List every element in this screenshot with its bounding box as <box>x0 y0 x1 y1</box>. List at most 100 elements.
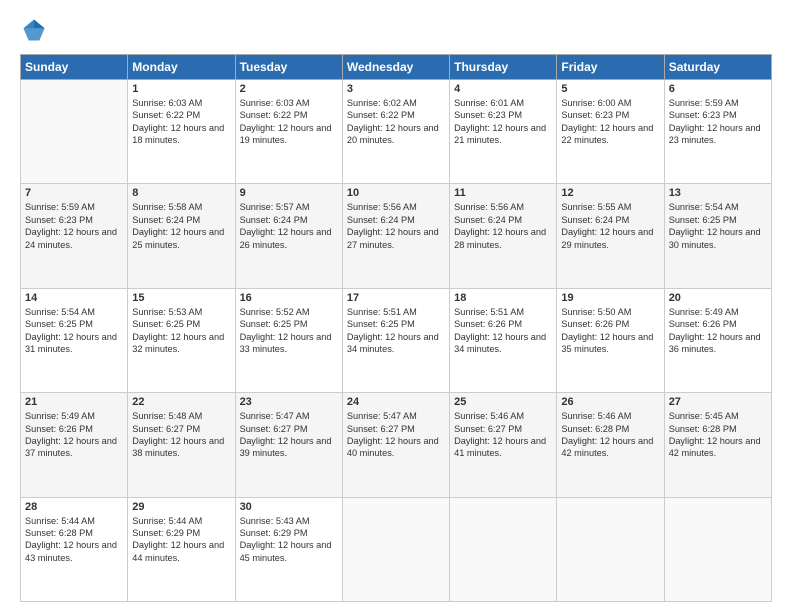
day-number: 18 <box>454 292 552 304</box>
calendar-cell: 20Sunrise: 5:49 AMSunset: 6:26 PMDayligh… <box>664 288 771 392</box>
day-info: Sunrise: 5:46 AMSunset: 6:27 PMDaylight:… <box>454 410 552 460</box>
weekday-header-monday: Monday <box>128 55 235 80</box>
day-number: 17 <box>347 292 445 304</box>
calendar-cell <box>21 80 128 184</box>
calendar-week-1: 1 Sunrise: 6:03 AMSunset: 6:22 PMDaylight… <box>21 80 772 184</box>
day-number: 9 <box>240 187 338 199</box>
day-number: 25 <box>454 396 552 408</box>
day-info: Sunrise: 5:56 AMSunset: 6:24 PMDaylight:… <box>454 201 552 251</box>
calendar-cell: 9 Sunrise: 5:57 AMSunset: 6:24 PMDaylight… <box>235 184 342 288</box>
weekday-header-saturday: Saturday <box>664 55 771 80</box>
day-number: 3 <box>347 83 445 95</box>
day-info: Sunrise: 5:56 AMSunset: 6:24 PMDaylight:… <box>347 201 445 251</box>
calendar-cell: 21 Sunrise: 5:49 AMSunset: 6:26 PMDayligh… <box>21 393 128 497</box>
day-info: Sunrise: 5:58 AMSunset: 6:24 PMDaylight:… <box>132 201 230 251</box>
day-info: Sunrise: 5:57 AMSunset: 6:24 PMDaylight:… <box>240 201 338 251</box>
calendar-cell: 28Sunrise: 5:44 AMSunset: 6:28 PMDayligh… <box>21 497 128 601</box>
header <box>20 16 772 44</box>
calendar-cell: 8 Sunrise: 5:58 AMSunset: 6:24 PMDaylight… <box>128 184 235 288</box>
calendar-cell: 19 Sunrise: 5:50 AMSunset: 6:26 PMDayligh… <box>557 288 664 392</box>
day-info: Sunrise: 6:01 AMSunset: 6:23 PMDaylight:… <box>454 97 552 147</box>
calendar-cell: 7 Sunrise: 5:59 AMSunset: 6:23 PMDaylight… <box>21 184 128 288</box>
calendar-week-3: 14 Sunrise: 5:54 AMSunset: 6:25 PMDayligh… <box>21 288 772 392</box>
day-info: Sunrise: 5:54 AMSunset: 6:25 PMDaylight:… <box>25 306 123 356</box>
calendar-cell: 27 Sunrise: 5:45 AMSunset: 6:28 PMDayligh… <box>664 393 771 497</box>
day-info: Sunrise: 5:47 AMSunset: 6:27 PMDaylight:… <box>240 410 338 460</box>
day-number: 11 <box>454 187 552 199</box>
calendar-cell: 17 Sunrise: 5:51 AMSunset: 6:25 PMDayligh… <box>342 288 449 392</box>
day-info: Sunrise: 5:54 AMSunset: 6:25 PMDaylight:… <box>669 201 767 251</box>
calendar-cell: 6Sunrise: 5:59 AMSunset: 6:23 PMDaylight… <box>664 80 771 184</box>
day-info: Sunrise: 6:02 AMSunset: 6:22 PMDaylight:… <box>347 97 445 147</box>
calendar-cell: 24Sunrise: 5:47 AMSunset: 6:27 PMDayligh… <box>342 393 449 497</box>
calendar-week-4: 21 Sunrise: 5:49 AMSunset: 6:26 PMDayligh… <box>21 393 772 497</box>
weekday-header-wednesday: Wednesday <box>342 55 449 80</box>
day-number: 10 <box>347 187 445 199</box>
calendar-header-row: SundayMondayTuesdayWednesdayThursdayFrid… <box>21 55 772 80</box>
calendar-cell <box>342 497 449 601</box>
calendar-cell: 5 Sunrise: 6:00 AMSunset: 6:23 PMDaylight… <box>557 80 664 184</box>
day-info: Sunrise: 5:43 AMSunset: 6:29 PMDaylight:… <box>240 515 338 565</box>
day-number: 14 <box>25 292 123 304</box>
calendar-cell: 18 Sunrise: 5:51 AMSunset: 6:26 PMDayligh… <box>450 288 557 392</box>
day-info: Sunrise: 5:59 AMSunset: 6:23 PMDaylight:… <box>25 201 123 251</box>
calendar-cell: 11 Sunrise: 5:56 AMSunset: 6:24 PMDayligh… <box>450 184 557 288</box>
day-info: Sunrise: 5:59 AMSunset: 6:23 PMDaylight:… <box>669 97 767 147</box>
day-info: Sunrise: 5:55 AMSunset: 6:24 PMDaylight:… <box>561 201 659 251</box>
calendar-cell: 13 Sunrise: 5:54 AMSunset: 6:25 PMDayligh… <box>664 184 771 288</box>
weekday-header-friday: Friday <box>557 55 664 80</box>
day-number: 24 <box>347 396 445 408</box>
day-number: 22 <box>132 396 230 408</box>
page: SundayMondayTuesdayWednesdayThursdayFrid… <box>0 0 792 612</box>
day-number: 12 <box>561 187 659 199</box>
day-info: Sunrise: 5:49 AMSunset: 6:26 PMDaylight:… <box>669 306 767 356</box>
weekday-header-thursday: Thursday <box>450 55 557 80</box>
day-number: 13 <box>669 187 767 199</box>
calendar-cell: 25 Sunrise: 5:46 AMSunset: 6:27 PMDayligh… <box>450 393 557 497</box>
day-number: 1 <box>132 83 230 95</box>
calendar-week-5: 28Sunrise: 5:44 AMSunset: 6:28 PMDayligh… <box>21 497 772 601</box>
day-info: Sunrise: 5:51 AMSunset: 6:25 PMDaylight:… <box>347 306 445 356</box>
calendar-cell: 12 Sunrise: 5:55 AMSunset: 6:24 PMDayligh… <box>557 184 664 288</box>
calendar-cell: 22 Sunrise: 5:48 AMSunset: 6:27 PMDayligh… <box>128 393 235 497</box>
calendar-cell <box>557 497 664 601</box>
day-info: Sunrise: 6:00 AMSunset: 6:23 PMDaylight:… <box>561 97 659 147</box>
day-info: Sunrise: 5:46 AMSunset: 6:28 PMDaylight:… <box>561 410 659 460</box>
day-number: 28 <box>25 501 123 513</box>
calendar-cell: 1 Sunrise: 6:03 AMSunset: 6:22 PMDaylight… <box>128 80 235 184</box>
calendar-cell: 15Sunrise: 5:53 AMSunset: 6:25 PMDayligh… <box>128 288 235 392</box>
day-number: 27 <box>669 396 767 408</box>
calendar-cell: 26 Sunrise: 5:46 AMSunset: 6:28 PMDayligh… <box>557 393 664 497</box>
calendar-cell: 4 Sunrise: 6:01 AMSunset: 6:23 PMDaylight… <box>450 80 557 184</box>
weekday-header-tuesday: Tuesday <box>235 55 342 80</box>
weekday-header-sunday: Sunday <box>21 55 128 80</box>
day-number: 26 <box>561 396 659 408</box>
day-number: 8 <box>132 187 230 199</box>
day-info: Sunrise: 5:50 AMSunset: 6:26 PMDaylight:… <box>561 306 659 356</box>
day-number: 5 <box>561 83 659 95</box>
day-number: 21 <box>25 396 123 408</box>
calendar-cell: 10 Sunrise: 5:56 AMSunset: 6:24 PMDayligh… <box>342 184 449 288</box>
day-number: 15 <box>132 292 230 304</box>
day-info: Sunrise: 5:44 AMSunset: 6:29 PMDaylight:… <box>132 515 230 565</box>
calendar-cell: 30 Sunrise: 5:43 AMSunset: 6:29 PMDayligh… <box>235 497 342 601</box>
day-number: 29 <box>132 501 230 513</box>
day-info: Sunrise: 6:03 AMSunset: 6:22 PMDaylight:… <box>132 97 230 147</box>
calendar-table: SundayMondayTuesdayWednesdayThursdayFrid… <box>20 54 772 602</box>
calendar-cell: 16 Sunrise: 5:52 AMSunset: 6:25 PMDayligh… <box>235 288 342 392</box>
logo-icon <box>20 16 48 44</box>
day-info: Sunrise: 5:48 AMSunset: 6:27 PMDaylight:… <box>132 410 230 460</box>
day-info: Sunrise: 5:45 AMSunset: 6:28 PMDaylight:… <box>669 410 767 460</box>
day-number: 19 <box>561 292 659 304</box>
day-info: Sunrise: 6:03 AMSunset: 6:22 PMDaylight:… <box>240 97 338 147</box>
calendar-cell: 29 Sunrise: 5:44 AMSunset: 6:29 PMDayligh… <box>128 497 235 601</box>
day-info: Sunrise: 5:49 AMSunset: 6:26 PMDaylight:… <box>25 410 123 460</box>
calendar-week-2: 7 Sunrise: 5:59 AMSunset: 6:23 PMDaylight… <box>21 184 772 288</box>
day-number: 7 <box>25 187 123 199</box>
day-info: Sunrise: 5:52 AMSunset: 6:25 PMDaylight:… <box>240 306 338 356</box>
calendar-cell <box>450 497 557 601</box>
day-number: 4 <box>454 83 552 95</box>
day-info: Sunrise: 5:51 AMSunset: 6:26 PMDaylight:… <box>454 306 552 356</box>
day-number: 30 <box>240 501 338 513</box>
day-number: 16 <box>240 292 338 304</box>
